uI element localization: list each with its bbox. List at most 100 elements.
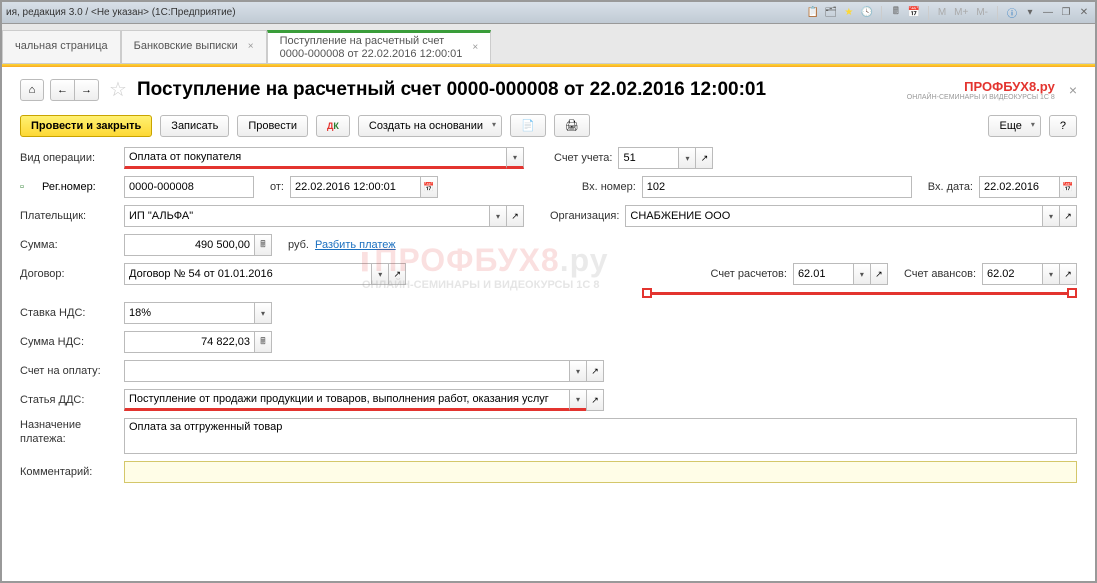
op-type-input[interactable] bbox=[124, 147, 506, 169]
invoice-input[interactable] bbox=[124, 360, 569, 382]
label-sum: Сумма: bbox=[20, 239, 118, 251]
label-reg: Рег.номер: bbox=[42, 181, 118, 193]
close-icon[interactable]: × bbox=[472, 42, 478, 54]
open-icon[interactable]: ↗ bbox=[870, 263, 888, 285]
label-from: от: bbox=[270, 181, 284, 193]
history-icon[interactable]: 🕓 bbox=[860, 6, 874, 20]
close-icon[interactable]: ✕ bbox=[1077, 6, 1091, 20]
close-icon[interactable]: × bbox=[248, 41, 254, 53]
label-in-date: Вх. дата: bbox=[928, 181, 973, 193]
maximize-icon[interactable]: ❐ bbox=[1059, 6, 1073, 20]
dtkt-button[interactable]: ДК bbox=[316, 115, 350, 137]
mplus-indicator: M+ bbox=[954, 7, 968, 18]
label-vat-sum: Сумма НДС: bbox=[20, 336, 118, 348]
tool-icon[interactable]: 📋 bbox=[806, 6, 820, 20]
commit-button[interactable]: Провести и закрыть bbox=[20, 115, 152, 137]
tab-current[interactable]: Поступление на расчетный счет 0000-00000… bbox=[267, 30, 492, 63]
label-rub: руб. bbox=[288, 239, 309, 251]
handle-icon bbox=[642, 288, 652, 298]
split-link[interactable]: Разбить платеж bbox=[315, 239, 396, 251]
calc-icon[interactable]: 🖩 bbox=[254, 331, 272, 353]
page-title: Поступление на расчетный счет 0000-00000… bbox=[137, 79, 901, 101]
fav-icon[interactable]: ★ bbox=[842, 6, 856, 20]
dropdown-icon[interactable]: ▾ bbox=[1042, 263, 1060, 285]
more-button[interactable]: Еще bbox=[988, 115, 1040, 137]
dropdown-icon[interactable]: ▾ bbox=[254, 302, 272, 324]
in-no-input[interactable] bbox=[642, 176, 912, 198]
open-icon[interactable]: ↗ bbox=[586, 360, 604, 382]
acc-calc-input[interactable] bbox=[793, 263, 853, 285]
dds-input[interactable] bbox=[124, 389, 569, 411]
tool-icon[interactable]: 🗂 bbox=[824, 6, 838, 20]
content: ⌂ ← → ☆ Поступление на расчетный счет 00… bbox=[2, 67, 1095, 500]
calc-icon[interactable]: 🖩 bbox=[889, 6, 903, 20]
open-icon[interactable]: ↗ bbox=[506, 205, 524, 227]
open-icon[interactable]: ↗ bbox=[1059, 263, 1077, 285]
vat-rate-input[interactable] bbox=[124, 302, 254, 324]
dropdown-icon[interactable]: ▾ bbox=[678, 147, 696, 169]
open-icon[interactable]: ↗ bbox=[1059, 205, 1077, 227]
open-icon[interactable]: ↗ bbox=[388, 263, 406, 285]
tab-bank[interactable]: Банковские выписки× bbox=[121, 30, 267, 63]
save-button[interactable]: Записать bbox=[160, 115, 229, 137]
print-button[interactable]: 🖨 bbox=[554, 114, 590, 137]
calendar-icon[interactable]: 📅 bbox=[1059, 176, 1077, 198]
contract-input[interactable] bbox=[124, 263, 371, 285]
title-bar: ия, редакция 3.0 / <Не указан> (1С:Предп… bbox=[2, 2, 1095, 24]
dropdown-icon[interactable]: ▾ bbox=[853, 263, 871, 285]
org-input[interactable] bbox=[625, 205, 1042, 227]
header-row: ⌂ ← → ☆ Поступление на расчетный счет 00… bbox=[20, 77, 1077, 102]
toolbar: Провести и закрыть Записать Провести ДК … bbox=[20, 114, 1077, 137]
acc-adv-input[interactable] bbox=[982, 263, 1042, 285]
tab-start[interactable]: чальная страница bbox=[2, 30, 121, 63]
titlebar-tools: 📋 🗂 ★ 🕓 🖩 📅 M M+ M- ⓘ ▾ — ❐ ✕ bbox=[806, 6, 1091, 20]
m-indicator: M bbox=[938, 7, 946, 18]
purpose-input[interactable] bbox=[124, 418, 1077, 454]
dropdown-icon[interactable]: ▾ bbox=[371, 263, 389, 285]
label-in-no: Вх. номер: bbox=[582, 181, 636, 193]
label-acc: Счет учета: bbox=[554, 152, 612, 164]
label-comment: Комментарий: bbox=[20, 466, 118, 478]
attach-button[interactable]: 📄 bbox=[510, 114, 546, 137]
account-input[interactable] bbox=[618, 147, 678, 169]
reg-no-input[interactable] bbox=[124, 176, 254, 198]
calc-icon[interactable]: 🖩 bbox=[254, 234, 272, 256]
dropdown-icon[interactable]: ▾ bbox=[1042, 205, 1060, 227]
close-icon[interactable]: × bbox=[1069, 82, 1077, 98]
status-icon: ▫ bbox=[20, 181, 36, 193]
label-invoice: Счет на оплату: bbox=[20, 365, 118, 377]
back-button[interactable]: ← bbox=[50, 79, 75, 101]
open-icon[interactable]: ↗ bbox=[695, 147, 713, 169]
forward-button[interactable]: → bbox=[75, 79, 99, 101]
window-tabs: чальная страница Банковские выписки× Пос… bbox=[2, 24, 1095, 64]
calendar-icon[interactable]: 📅 bbox=[420, 176, 438, 198]
star-icon[interactable]: ☆ bbox=[105, 77, 131, 102]
label-vat-rate: Ставка НДС: bbox=[20, 307, 118, 319]
in-date-input[interactable] bbox=[979, 176, 1059, 198]
create-based-button[interactable]: Создать на основании bbox=[358, 115, 502, 137]
handle-icon bbox=[1067, 288, 1077, 298]
label-dds: Статья ДДС: bbox=[20, 394, 118, 406]
payer-input[interactable] bbox=[124, 205, 489, 227]
vat-sum-input[interactable] bbox=[124, 331, 254, 353]
dropdown-icon[interactable]: ▾ bbox=[569, 360, 587, 382]
help-button[interactable]: ? bbox=[1049, 115, 1077, 137]
dropdown-icon[interactable]: ▾ bbox=[569, 389, 587, 411]
sum-input[interactable] bbox=[124, 234, 254, 256]
label-acc-calc: Счет расчетов: bbox=[711, 268, 787, 280]
info-icon[interactable]: ⓘ bbox=[1005, 6, 1019, 20]
post-button[interactable]: Провести bbox=[237, 115, 308, 137]
home-button[interactable]: ⌂ bbox=[20, 79, 44, 101]
open-icon[interactable]: ↗ bbox=[586, 389, 604, 411]
title-text: ия, редакция 3.0 / <Не указан> (1С:Предп… bbox=[6, 7, 236, 18]
from-date-input[interactable] bbox=[290, 176, 420, 198]
label-purpose: Назначение платежа: bbox=[20, 418, 118, 447]
label-payer: Плательщик: bbox=[20, 210, 118, 222]
dropdown-icon[interactable]: ▾ bbox=[506, 147, 524, 169]
comment-input[interactable] bbox=[124, 461, 1077, 483]
calendar-icon[interactable]: 📅 bbox=[907, 6, 921, 20]
label-contract: Договор: bbox=[20, 268, 118, 280]
dropdown-icon[interactable]: ▾ bbox=[1023, 6, 1037, 20]
minimize-icon[interactable]: — bbox=[1041, 6, 1055, 20]
dropdown-icon[interactable]: ▾ bbox=[489, 205, 507, 227]
